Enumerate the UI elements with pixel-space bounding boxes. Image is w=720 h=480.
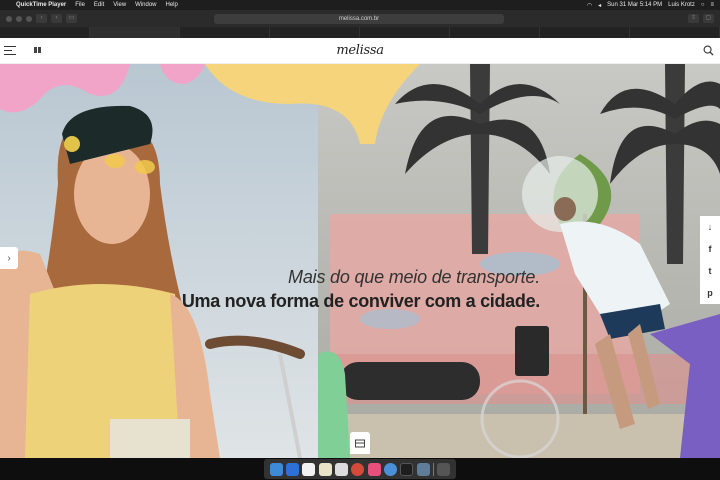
hero-image	[0, 64, 720, 458]
window-minimize-button[interactable]	[16, 15, 22, 22]
dock-area	[0, 458, 720, 480]
wifi-icon[interactable]: ◠	[587, 2, 592, 9]
volume-icon[interactable]: ◂	[598, 2, 601, 9]
share-button[interactable]: ⇧	[688, 14, 699, 23]
tab[interactable]	[360, 27, 450, 38]
tab-active[interactable]	[90, 27, 180, 38]
search-icon[interactable]	[703, 45, 714, 56]
dock-separator	[432, 462, 434, 476]
forward-button[interactable]: ›	[51, 14, 62, 23]
preview-icon[interactable]	[334, 462, 348, 476]
browser-chrome: ‹ › ▭ melissa.com.br ⇧ ▢	[0, 10, 720, 38]
hero-line-2: Uma nova forma de conviver com a cidade.	[181, 291, 540, 311]
menu-file[interactable]: File	[75, 2, 85, 8]
macos-menu-bar: QuickTime Player File Edit View Window H…	[0, 0, 720, 10]
user-name[interactable]: Luis Krotz	[668, 2, 695, 8]
tabs-overview-button[interactable]: ▢	[703, 14, 714, 23]
terminal-icon[interactable]	[400, 462, 414, 476]
menu-window[interactable]: Window	[135, 2, 156, 8]
search-spotlight-icon[interactable]: ○	[701, 2, 705, 8]
cart-button[interactable]	[350, 432, 370, 454]
chrome-icon[interactable]	[351, 462, 365, 476]
menu-help[interactable]: Help	[166, 2, 178, 8]
app-icon[interactable]	[383, 462, 397, 476]
tab[interactable]	[630, 27, 720, 38]
twitter-icon[interactable]: t	[700, 260, 720, 282]
menu-edit[interactable]: Edit	[94, 2, 104, 8]
pinterest-icon[interactable]: p	[700, 282, 720, 304]
notes-icon[interactable]	[318, 462, 332, 476]
calendar-icon[interactable]	[302, 462, 316, 476]
music-icon[interactable]	[367, 462, 381, 476]
download-icon[interactable]: ↓	[700, 216, 720, 238]
dock	[264, 459, 456, 479]
tab[interactable]	[180, 27, 270, 38]
hero-headline: Mais do que meio de transporte. Uma nova…	[150, 267, 540, 312]
carousel-prev-button[interactable]: ›	[0, 247, 18, 269]
menu-view[interactable]: View	[113, 2, 126, 8]
share-sidebar: ↓ f t p	[700, 216, 720, 304]
tab-bar	[0, 27, 720, 38]
trash-icon[interactable]	[437, 462, 451, 476]
tab[interactable]	[540, 27, 630, 38]
datetime[interactable]: Sun 31 Mar 5:14 PM	[607, 2, 662, 8]
sidebar-toggle-button[interactable]: ▭	[66, 14, 77, 23]
tab[interactable]	[270, 27, 360, 38]
window-zoom-button[interactable]	[26, 15, 32, 22]
tab[interactable]	[450, 27, 540, 38]
site-logo[interactable]: melissa	[0, 43, 720, 58]
finder-icon[interactable]	[269, 462, 283, 476]
chevron-right-icon: ›	[7, 252, 11, 264]
hero-line-1: Mais do que meio de transporte.	[288, 267, 540, 287]
safari-icon[interactable]	[285, 462, 299, 476]
notification-center-icon[interactable]: ≡	[710, 2, 714, 8]
menu-app-name[interactable]: QuickTime Player	[16, 2, 66, 8]
window-close-button[interactable]	[6, 15, 12, 22]
url-text: melissa.com.br	[338, 16, 380, 22]
back-button[interactable]: ‹	[36, 14, 47, 23]
tab[interactable]	[0, 27, 90, 38]
bag-icon	[355, 439, 365, 447]
address-bar[interactable]: melissa.com.br	[214, 14, 504, 24]
quicktime-icon[interactable]	[416, 462, 430, 476]
facebook-icon[interactable]: f	[700, 238, 720, 260]
hero-banner: Mais do que meio de transporte. Uma nova…	[0, 64, 720, 458]
site-header: melissa	[0, 38, 720, 64]
